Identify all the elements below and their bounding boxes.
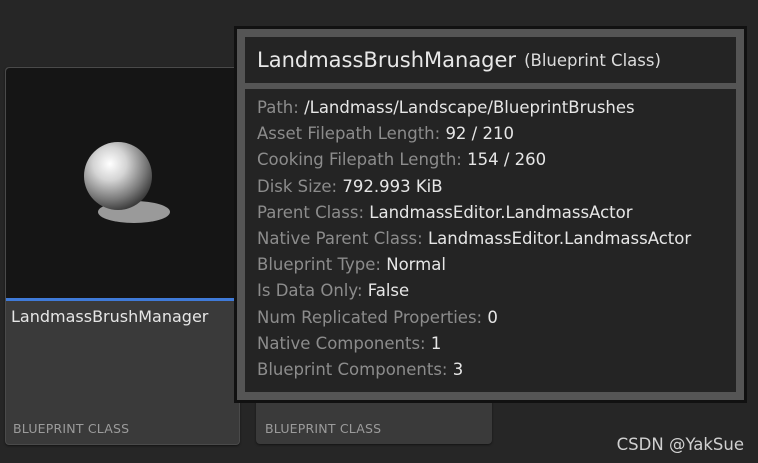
property-row-native-parent-class: Native Parent Class: LandmassEditor.Land… [257,226,736,252]
asset-type-color-bar [6,298,239,301]
asset-type-label: BLUEPRINT CLASS [265,421,382,436]
property-row-native-components: Native Components: 1 [257,331,736,357]
tooltip-frame: LandmassBrushManager (Blueprint Class) P… [237,29,744,400]
property-value: 0 [487,307,498,327]
property-value: 154 / 260 [467,150,547,170]
property-value: /Landmass/Landscape/BlueprintBrushes [304,98,635,117]
property-value: 92 / 210 [445,124,514,144]
property-key: Cooking Filepath Length: [257,150,468,170]
asset-tile-landmass-brush-manager[interactable]: LandmassBrushManager BLUEPRINT CLASS [5,67,240,445]
property-row-cooking-filepath-length: Cooking Filepath Length: 154 / 260 [257,147,736,173]
sphere-icon [84,142,170,223]
property-key: Num Replicated Properties: [257,307,488,327]
asset-name: LandmassBrushManager [11,307,209,326]
content-browser: LandmassBrushManager BLUEPRINT CLASS BLU… [0,0,758,463]
property-value: Normal [386,255,446,275]
property-key: Parent Class: [257,202,370,222]
property-row-blueprint-type: Blueprint Type: Normal [257,252,736,278]
property-value: 792.993 KiB [342,176,443,196]
property-key: Asset Filepath Length: [257,124,446,144]
property-row-path: Path: /Landmass/Landscape/BlueprintBrush… [257,95,736,121]
property-key: Native Components: [257,333,431,353]
watermark: CSDN @YakSue [616,435,744,454]
property-value: LandmassEditor.LandmassActor [369,202,633,222]
property-key: Blueprint Type: [257,255,387,275]
tooltip-title: LandmassBrushManager [257,48,517,72]
tooltip-header: LandmassBrushManager (Blueprint Class) [245,37,736,83]
property-key: Blueprint Components: [257,359,453,379]
property-value: 1 [430,333,442,353]
tooltip-subtitle: (Blueprint Class) [524,50,661,70]
asset-tooltip: LandmassBrushManager (Blueprint Class) P… [234,26,747,403]
property-row-asset-filepath-length: Asset Filepath Length: 92 / 210 [257,121,736,147]
property-row-is-data-only: Is Data Only: False [257,278,736,304]
property-value: 3 [452,359,464,379]
property-row-disk-size: Disk Size: 792.993 KiB [257,174,736,200]
property-value: LandmassEditor.LandmassActor [427,228,692,248]
property-row-num-replicated-properties: Num Replicated Properties: 0 [257,305,736,331]
property-row-parent-class: Parent Class: LandmassEditor.LandmassAct… [257,200,736,226]
property-key: Path: [257,98,305,117]
property-row-blueprint-components: Blueprint Components: 3 [257,357,736,383]
asset-thumbnail [6,68,239,298]
property-key: Is Data Only: [257,281,368,301]
tooltip-properties: Path: /Landmass/Landscape/BlueprintBrush… [245,89,736,392]
asset-type-label: BLUEPRINT CLASS [13,421,130,436]
property-value: False [367,281,410,301]
property-key: Disk Size: [257,176,343,196]
property-key: Native Parent Class: [257,228,428,248]
